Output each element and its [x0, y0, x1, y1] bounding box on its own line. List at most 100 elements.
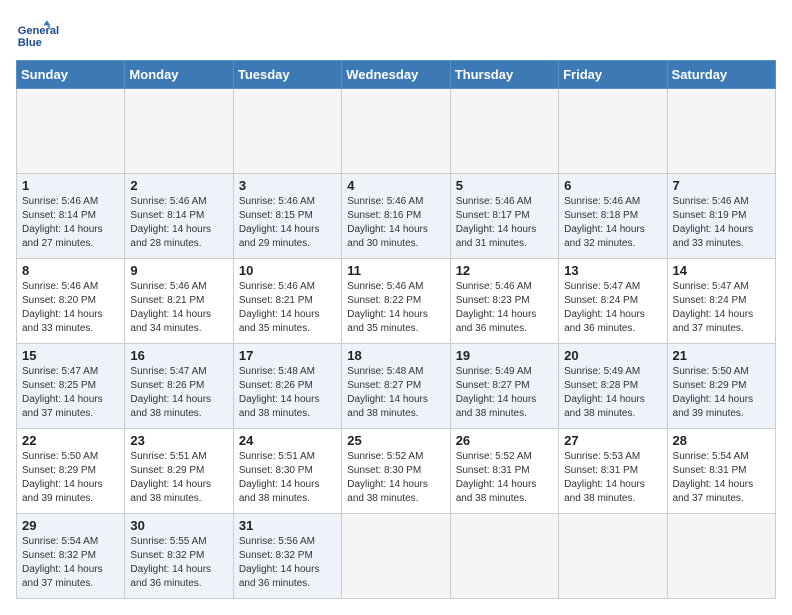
day-cell — [233, 89, 341, 174]
day-number: 6 — [564, 178, 661, 193]
day-info: Sunrise: 5:46 AM Sunset: 8:14 PM Dayligh… — [22, 196, 103, 249]
day-cell: 14Sunrise: 5:47 AM Sunset: 8:24 PM Dayli… — [667, 259, 775, 344]
col-header-sunday: Sunday — [17, 61, 125, 89]
day-info: Sunrise: 5:46 AM Sunset: 8:17 PM Dayligh… — [456, 196, 537, 249]
day-number: 24 — [239, 433, 336, 448]
day-cell: 3 Sunrise: 5:46 AM Sunset: 8:15 PM Daylig… — [233, 174, 341, 259]
day-info: Sunrise: 5:52 AM Sunset: 8:31 PM Dayligh… — [456, 451, 537, 504]
day-cell: 2 Sunrise: 5:46 AM Sunset: 8:14 PM Daylig… — [125, 174, 233, 259]
day-cell: 26 Sunrise: 5:52 AM Sunset: 8:31 PM Dayli… — [450, 429, 558, 514]
day-number: 1 — [22, 178, 119, 193]
day-cell: 6Sunrise: 5:46 AM Sunset: 8:18 PM Daylig… — [559, 174, 667, 259]
day-info: Sunrise: 5:49 AM Sunset: 8:27 PM Dayligh… — [456, 366, 537, 419]
day-cell: 1 Sunrise: 5:46 AM Sunset: 8:14 PM Daylig… — [17, 174, 125, 259]
day-number: 21 — [673, 348, 770, 363]
day-number: 13 — [564, 263, 661, 278]
day-number: 10 — [239, 263, 336, 278]
day-cell: 15 Sunrise: 5:47 AM Sunset: 8:25 PM Dayli… — [17, 344, 125, 429]
day-cell — [667, 514, 775, 599]
day-cell: 21 Sunrise: 5:50 AM Sunset: 8:29 PM Dayli… — [667, 344, 775, 429]
logo: General Blue — [16, 16, 76, 52]
day-number: 22 — [22, 433, 119, 448]
day-info: Sunrise: 5:46 AM Sunset: 8:15 PM Dayligh… — [239, 196, 320, 249]
day-cell: 17Sunrise: 5:48 AM Sunset: 8:26 PM Dayli… — [233, 344, 341, 429]
day-number: 26 — [456, 433, 553, 448]
day-info: Sunrise: 5:47 AM Sunset: 8:25 PM Dayligh… — [22, 366, 103, 419]
day-cell: 5 Sunrise: 5:46 AM Sunset: 8:17 PM Daylig… — [450, 174, 558, 259]
day-cell — [559, 514, 667, 599]
day-info: Sunrise: 5:56 AM Sunset: 8:32 PM Dayligh… — [239, 536, 320, 589]
col-header-thursday: Thursday — [450, 61, 558, 89]
day-info: Sunrise: 5:55 AM Sunset: 8:32 PM Dayligh… — [130, 536, 211, 589]
day-number: 15 — [22, 348, 119, 363]
day-number: 23 — [130, 433, 227, 448]
day-cell — [342, 89, 450, 174]
day-cell — [667, 89, 775, 174]
day-cell — [559, 89, 667, 174]
day-cell: 20 Sunrise: 5:49 AM Sunset: 8:28 PM Dayli… — [559, 344, 667, 429]
day-cell: 7 Sunrise: 5:46 AM Sunset: 8:19 PM Daylig… — [667, 174, 775, 259]
day-number: 5 — [456, 178, 553, 193]
day-number: 29 — [22, 518, 119, 533]
day-cell: 12 Sunrise: 5:46 AM Sunset: 8:23 PM Dayli… — [450, 259, 558, 344]
day-number: 12 — [456, 263, 553, 278]
day-cell: 25Sunrise: 5:52 AM Sunset: 8:30 PM Dayli… — [342, 429, 450, 514]
day-cell: 10 Sunrise: 5:46 AM Sunset: 8:21 PM Dayli… — [233, 259, 341, 344]
day-number: 2 — [130, 178, 227, 193]
day-info: Sunrise: 5:46 AM Sunset: 8:16 PM Dayligh… — [347, 196, 428, 249]
day-cell: 28 Sunrise: 5:54 AM Sunset: 8:31 PM Dayli… — [667, 429, 775, 514]
day-cell: 16Sunrise: 5:47 AM Sunset: 8:26 PM Dayli… — [125, 344, 233, 429]
col-header-friday: Friday — [559, 61, 667, 89]
day-cell: 4Sunrise: 5:46 AM Sunset: 8:16 PM Daylig… — [342, 174, 450, 259]
day-info: Sunrise: 5:47 AM Sunset: 8:26 PM Dayligh… — [130, 366, 211, 419]
day-cell: 27Sunrise: 5:53 AM Sunset: 8:31 PM Dayli… — [559, 429, 667, 514]
day-number: 31 — [239, 518, 336, 533]
day-cell: 8 Sunrise: 5:46 AM Sunset: 8:20 PM Daylig… — [17, 259, 125, 344]
day-cell: 13Sunrise: 5:47 AM Sunset: 8:24 PM Dayli… — [559, 259, 667, 344]
day-info: Sunrise: 5:53 AM Sunset: 8:31 PM Dayligh… — [564, 451, 645, 504]
col-header-saturday: Saturday — [667, 61, 775, 89]
day-number: 11 — [347, 263, 444, 278]
day-info: Sunrise: 5:46 AM Sunset: 8:20 PM Dayligh… — [22, 281, 103, 334]
day-cell — [450, 514, 558, 599]
day-number: 8 — [22, 263, 119, 278]
week-row-3: 15 Sunrise: 5:47 AM Sunset: 8:25 PM Dayli… — [17, 344, 776, 429]
day-info: Sunrise: 5:46 AM Sunset: 8:14 PM Dayligh… — [130, 196, 211, 249]
day-info: Sunrise: 5:47 AM Sunset: 8:24 PM Dayligh… — [673, 281, 754, 334]
svg-text:Blue: Blue — [18, 37, 42, 49]
logo-icon: General Blue — [16, 16, 76, 52]
day-info: Sunrise: 5:54 AM Sunset: 8:31 PM Dayligh… — [673, 451, 754, 504]
day-info: Sunrise: 5:48 AM Sunset: 8:26 PM Dayligh… — [239, 366, 320, 419]
day-cell: 11 Sunrise: 5:46 AM Sunset: 8:22 PM Dayli… — [342, 259, 450, 344]
day-number: 7 — [673, 178, 770, 193]
day-info: Sunrise: 5:54 AM Sunset: 8:32 PM Dayligh… — [22, 536, 103, 589]
week-row-1: 1 Sunrise: 5:46 AM Sunset: 8:14 PM Daylig… — [17, 174, 776, 259]
day-info: Sunrise: 5:51 AM Sunset: 8:29 PM Dayligh… — [130, 451, 211, 504]
day-number: 3 — [239, 178, 336, 193]
day-cell: 31 Sunrise: 5:56 AM Sunset: 8:32 PM Dayli… — [233, 514, 341, 599]
day-number: 25 — [347, 433, 444, 448]
day-number: 20 — [564, 348, 661, 363]
day-cell: 24 Sunrise: 5:51 AM Sunset: 8:30 PM Dayli… — [233, 429, 341, 514]
day-cell: 30Sunrise: 5:55 AM Sunset: 8:32 PM Dayli… — [125, 514, 233, 599]
header-row: SundayMondayTuesdayWednesdayThursdayFrid… — [17, 61, 776, 89]
day-info: Sunrise: 5:46 AM Sunset: 8:21 PM Dayligh… — [239, 281, 320, 334]
day-info: Sunrise: 5:46 AM Sunset: 8:22 PM Dayligh… — [347, 281, 428, 334]
col-header-tuesday: Tuesday — [233, 61, 341, 89]
calendar-table: SundayMondayTuesdayWednesdayThursdayFrid… — [16, 60, 776, 599]
day-info: Sunrise: 5:46 AM Sunset: 8:23 PM Dayligh… — [456, 281, 537, 334]
day-info: Sunrise: 5:50 AM Sunset: 8:29 PM Dayligh… — [673, 366, 754, 419]
day-cell: 18Sunrise: 5:48 AM Sunset: 8:27 PM Dayli… — [342, 344, 450, 429]
day-cell: 19Sunrise: 5:49 AM Sunset: 8:27 PM Dayli… — [450, 344, 558, 429]
week-row-0 — [17, 89, 776, 174]
page-header: General Blue — [16, 16, 776, 52]
day-info: Sunrise: 5:46 AM Sunset: 8:19 PM Dayligh… — [673, 196, 754, 249]
day-cell: 23 Sunrise: 5:51 AM Sunset: 8:29 PM Dayli… — [125, 429, 233, 514]
day-info: Sunrise: 5:51 AM Sunset: 8:30 PM Dayligh… — [239, 451, 320, 504]
day-cell — [125, 89, 233, 174]
day-info: Sunrise: 5:49 AM Sunset: 8:28 PM Dayligh… — [564, 366, 645, 419]
day-cell — [17, 89, 125, 174]
day-number: 28 — [673, 433, 770, 448]
col-header-wednesday: Wednesday — [342, 61, 450, 89]
svg-text:General: General — [18, 25, 59, 37]
